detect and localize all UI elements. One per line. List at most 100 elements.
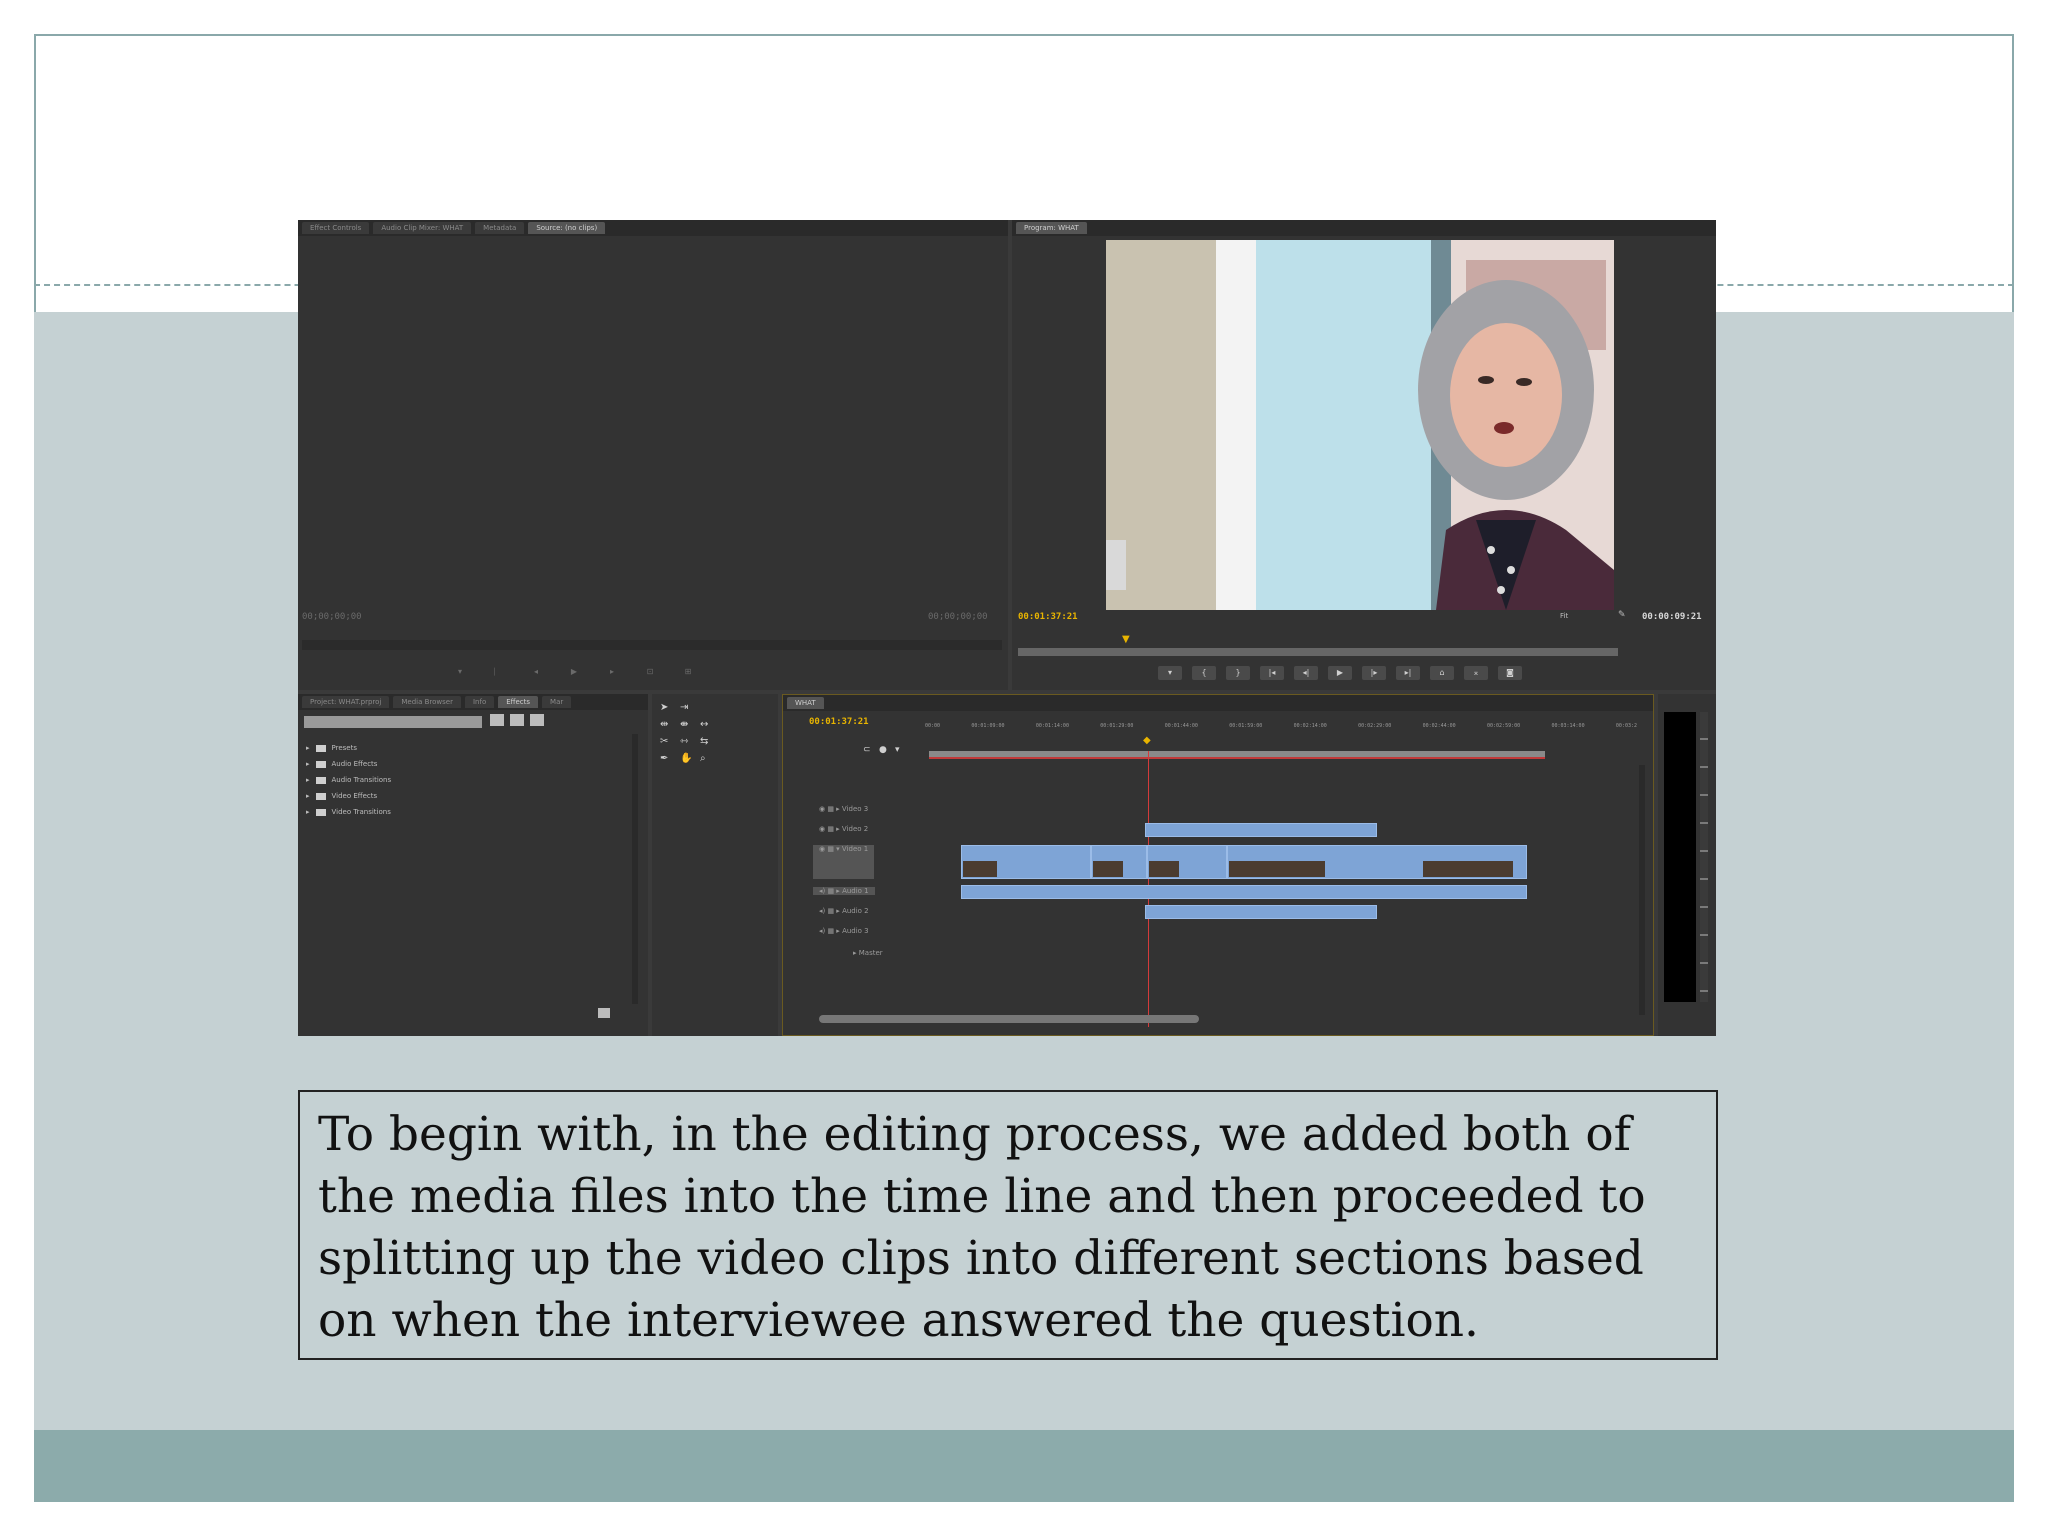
effects-folder-label: Audio Transitions [331,776,392,784]
speaker-icon[interactable]: ◂) ▦ ▸ [819,887,842,895]
timeline-vertical-scrollbar[interactable] [1639,765,1645,1015]
timeline-marker-icon[interactable]: ▾ [895,745,900,755]
hand-tool-icon[interactable]: ✋ [680,753,700,764]
track-select-tool-icon[interactable]: ⇥ [680,702,700,713]
go-to-in-icon[interactable]: |◂ [1260,666,1284,680]
export-frame-icon[interactable]: ◙ [1498,666,1522,680]
empty-tool-slot [700,702,720,713]
program-playhead-marker-icon[interactable]: ▼ [1122,634,1130,645]
expand-arrow-icon[interactable]: ▸ [306,776,310,784]
accelerated-effects-icon[interactable] [510,714,524,726]
effects-folder-audio-transitions[interactable]: ▸ Audio Transitions [306,772,606,788]
track-header-video-1[interactable]: ◉ ▦ ▾ Video 1 [813,845,875,879]
track-header-video-2[interactable]: ◉ ▦ ▸ Video 2 [819,825,868,833]
tab-source[interactable]: Source: (no clips) [528,222,606,234]
eye-icon[interactable]: ◉ ▦ ▸ [819,805,842,813]
new-bin-icon[interactable] [490,714,504,726]
rolling-edit-tool-icon[interactable]: ⇼ [680,719,700,730]
mark-in-icon[interactable]: ▾ [448,665,472,679]
source-scrub-bar[interactable] [302,640,1002,650]
mark-out-icon[interactable]: } [1226,666,1250,680]
track-header-video-3[interactable]: ◉ ▦ ▸ Video 3 [819,805,868,813]
slide-tool-icon[interactable]: ⇆ [700,736,720,747]
ruler-mark: 00:02:29:00 [1358,723,1392,729]
eye-icon[interactable]: ◉ ▦ ▾ [819,845,842,853]
tools-grid: ➤ ⇥ ⇹ ⇼ ↔ ✂ ⇿ ⇆ ✒ ✋ ⌕ [660,702,720,764]
work-area-bar[interactable] [929,751,1545,759]
effects-search-input[interactable] [304,716,482,728]
step-forward-icon[interactable]: ▸ [600,665,624,679]
audio2-clip-group[interactable] [1145,905,1377,919]
expand-arrow-icon[interactable]: ▸ [306,760,310,768]
video2-clip-group[interactable] [1145,823,1377,837]
track-header-audio-2[interactable]: ◂) ▦ ▸ Audio 2 [819,907,869,915]
editor-screenshot: Effect Controls Audio Clip Mixer: WHAT M… [298,220,1716,1036]
track-header-audio-3[interactable]: ◂) ▦ ▸ Audio 3 [819,927,869,935]
tab-markers[interactable]: Mar [542,696,572,708]
effects-folder-audio-effects[interactable]: ▸ Audio Effects [306,756,606,772]
program-current-timecode: 00:01:37:21 [1018,612,1078,622]
step-back-icon[interactable]: ◂ [524,665,548,679]
step-forward-icon[interactable]: |▸ [1362,666,1386,680]
slip-tool-icon[interactable]: ⇿ [680,736,700,747]
wrench-icon[interactable]: ✎ [1618,610,1626,620]
ripple-edit-tool-icon[interactable]: ⇹ [660,719,680,730]
source-timecode-right: 00;00;00;00 [928,612,988,622]
ruler-mark: 00:02:44:00 [1422,723,1456,729]
source-timecode-left: 00;00;00;00 [302,612,362,622]
zoom-tool-icon[interactable]: ⌕ [700,753,720,764]
go-to-out-icon[interactable]: ▸| [1396,666,1420,680]
track-header-master[interactable]: ▸ Master [853,949,883,957]
snap-icon[interactable]: ⊂ [863,745,871,755]
new-item-icon[interactable] [598,1008,610,1018]
tab-project[interactable]: Project: WHAT.prproj [302,696,390,708]
rate-stretch-tool-icon[interactable]: ↔ [700,719,720,730]
tab-metadata[interactable]: Metadata [475,222,525,234]
track-header-audio-1[interactable]: ◂) ▦ ▸ Audio 1 [813,887,875,895]
slide-footer-bar [34,1430,2014,1502]
timeline-ruler[interactable]: 00:00 00:01:09:00 00:01:14:00 00:01:29:0… [925,723,1637,737]
project-scrollbar[interactable] [632,734,638,1004]
audio-meter-scale [1700,712,1708,1002]
tab-media-browser[interactable]: Media Browser [393,696,461,708]
effects-folder-video-effects[interactable]: ▸ Video Effects [306,788,606,804]
lift-icon[interactable]: ⌂ [1430,666,1454,680]
audio1-clip[interactable] [961,885,1527,899]
pen-tool-icon[interactable]: ✒ [660,753,680,764]
tab-sequence[interactable]: WHAT [787,697,824,709]
expand-arrow-icon[interactable]: ▸ [306,808,310,816]
speaker-icon[interactable]: ◂) ▦ ▸ [819,907,842,915]
effects-folder-video-transitions[interactable]: ▸ Video Transitions [306,804,606,820]
tab-effects[interactable]: Effects [498,696,539,708]
step-back-icon[interactable]: ◂| [1294,666,1318,680]
add-marker-icon[interactable]: ▾ [1158,666,1182,680]
timeline-horizontal-scrollbar[interactable] [819,1015,1199,1023]
mark-out-icon[interactable]: ⎸ [486,665,510,679]
overwrite-icon[interactable]: ⊞ [676,665,700,679]
ruler-mark: 00:01:29:00 [1100,723,1134,729]
project-effects-panel: Project: WHAT.prproj Media Browser Info … [298,694,648,1036]
expand-arrow-icon[interactable]: ▸ [306,744,310,752]
selection-tool-icon[interactable]: ➤ [660,702,680,713]
eye-icon[interactable]: ◉ ▦ ▸ [819,825,842,833]
add-marker-icon[interactable]: ● [879,745,887,755]
yuv-effects-icon[interactable] [530,714,544,726]
timeline-timecode: 00:01:37:21 [809,717,869,727]
ruler-mark: 00:01:14:00 [1035,723,1069,729]
effects-folder-presets[interactable]: ▸ Presets [306,740,606,756]
tab-info[interactable]: Info [464,696,495,708]
speaker-icon[interactable]: ◂) ▦ ▸ [819,927,842,935]
tab-audio-clip-mixer[interactable]: Audio Clip Mixer: WHAT [373,222,472,234]
play-icon[interactable]: ▶ [562,665,586,679]
mark-in-icon[interactable]: { [1192,666,1216,680]
tab-program[interactable]: Program: WHAT [1016,222,1087,234]
program-fit-dropdown[interactable]: Fit [1560,612,1568,620]
expand-arrow-icon[interactable]: ▸ [306,792,310,800]
insert-icon[interactable]: ⊡ [638,665,662,679]
extract-icon[interactable]: ⌅ [1464,666,1488,680]
timeline-playhead-handle-icon[interactable]: ◆ [1143,735,1151,746]
razor-tool-icon[interactable]: ✂ [660,736,680,747]
tab-effect-controls[interactable]: Effect Controls [302,222,370,234]
program-scrub-bar[interactable] [1018,648,1618,656]
play-icon[interactable]: ▶ [1328,666,1352,680]
